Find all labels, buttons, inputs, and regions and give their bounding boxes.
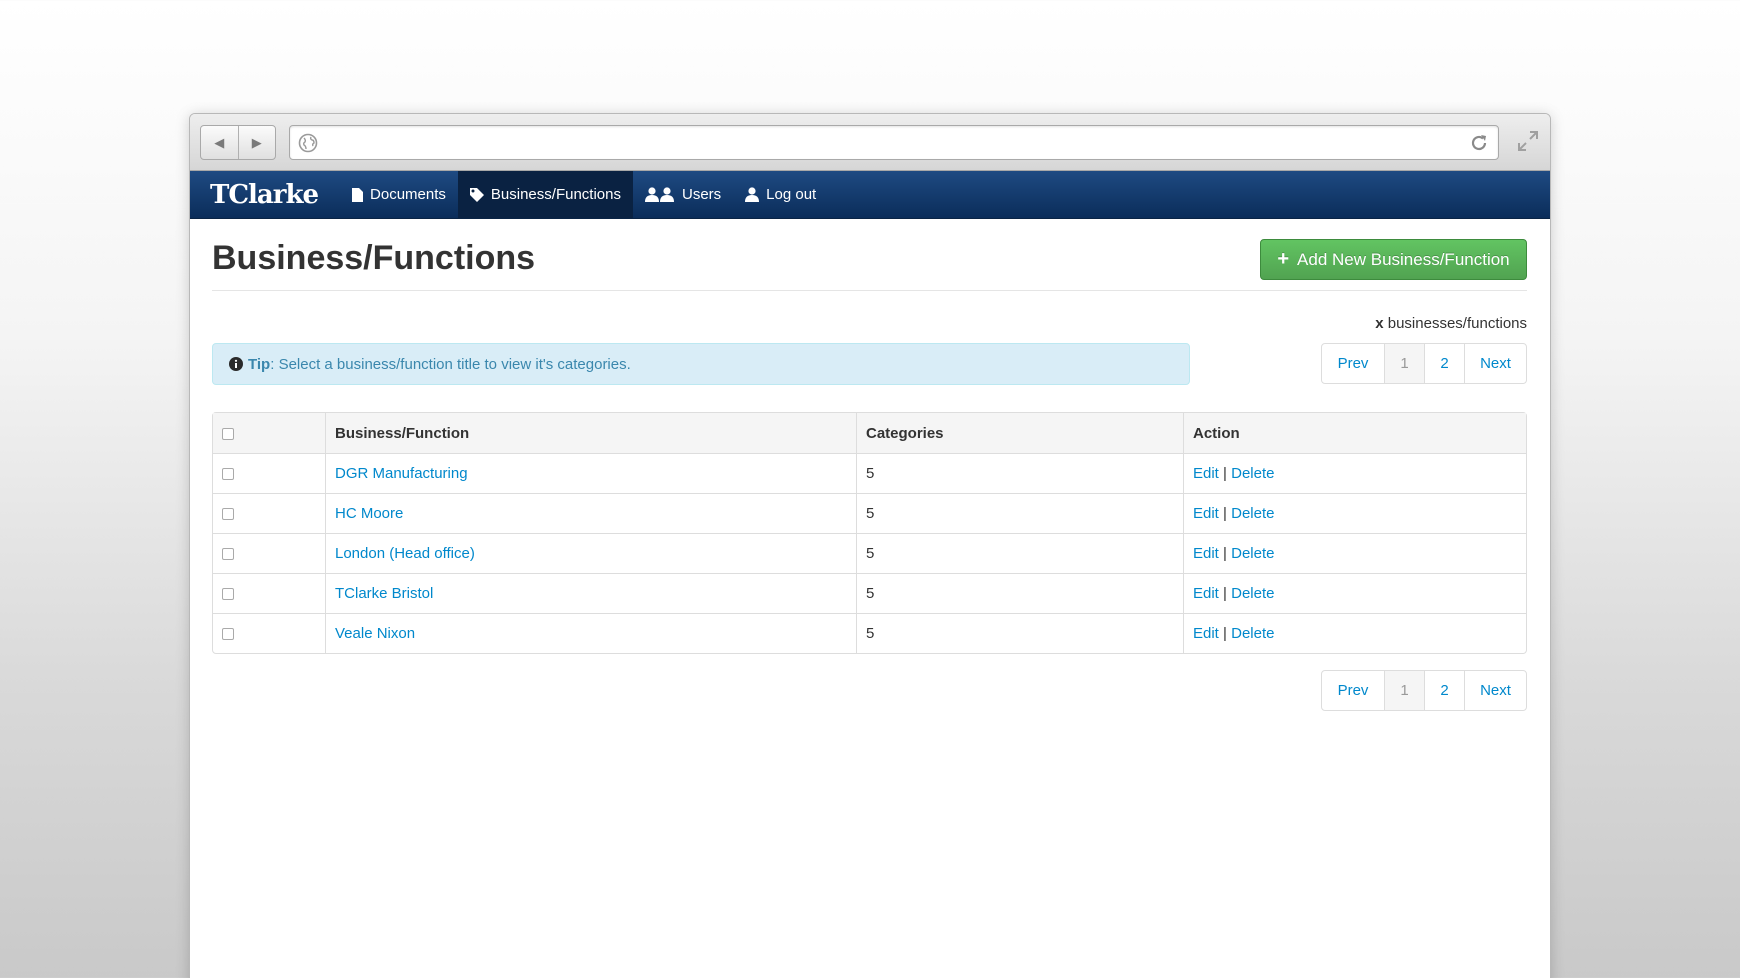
column-header[interactable]: Categories xyxy=(856,413,1183,453)
table-row: London (Head office) 5 Edit | Delete xyxy=(213,533,1526,573)
business-function-link[interactable]: Veale Nixon xyxy=(335,625,415,642)
tag-icon xyxy=(469,187,484,202)
nav-item-business-functions[interactable]: Business/Functions xyxy=(457,171,633,218)
pagination-page-1[interactable]: 1 xyxy=(1384,671,1424,710)
nav-item-logout[interactable]: Log out xyxy=(733,171,828,218)
browser-toolbar: ◀ ▶ xyxy=(190,114,1550,171)
page-title: Business/Functions xyxy=(212,239,536,277)
action-separator: | xyxy=(1223,465,1227,482)
nav-item-label: Users xyxy=(681,186,722,203)
table-row: HC Moore 5 Edit | Delete xyxy=(213,493,1526,533)
pagination-prev[interactable]: Prev xyxy=(1322,671,1384,710)
pagination-page-1[interactable]: 1 xyxy=(1384,344,1424,383)
pagination-top: Prev 1 2 Next xyxy=(1321,343,1527,384)
pagination-page-2[interactable]: 2 xyxy=(1424,344,1464,383)
delete-link[interactable]: Delete xyxy=(1231,625,1274,642)
categories-count: 5 xyxy=(856,613,1183,653)
tip-label: Tip xyxy=(248,355,271,373)
categories-count: 5 xyxy=(856,493,1183,533)
edit-link[interactable]: Edit xyxy=(1193,625,1219,642)
action-separator: | xyxy=(1223,505,1227,522)
pagination-next[interactable]: Next xyxy=(1464,344,1526,383)
record-count: x businesses/functions xyxy=(1375,315,1527,332)
delete-link[interactable]: Delete xyxy=(1231,465,1274,482)
categories-count: 5 xyxy=(856,453,1183,493)
add-business-function-button[interactable]: + Add New Business/Function xyxy=(1260,239,1527,280)
count-value: x xyxy=(1375,315,1384,332)
address-bar[interactable] xyxy=(289,125,1499,160)
row-checkbox[interactable] xyxy=(222,508,234,521)
table-header-row: Business/Function Categories Action xyxy=(213,413,1526,453)
tip-text: : Select a business/function title to vi… xyxy=(270,355,631,373)
business-function-link[interactable]: TClarke Bristol xyxy=(335,585,433,602)
info-icon xyxy=(229,357,243,371)
brand-logo[interactable]: TClarke xyxy=(190,171,340,218)
edit-link[interactable]: Edit xyxy=(1193,505,1219,522)
edit-link[interactable]: Edit xyxy=(1193,465,1219,482)
nav-item-label: Documents xyxy=(370,186,446,203)
pagination-page-2[interactable]: 2 xyxy=(1424,671,1464,710)
action-separator: | xyxy=(1223,625,1227,642)
row-checkbox[interactable] xyxy=(222,468,234,481)
action-separator: | xyxy=(1223,545,1227,562)
column-header: Action xyxy=(1183,413,1526,453)
delete-link[interactable]: Delete xyxy=(1231,505,1274,522)
user-icon xyxy=(745,187,760,202)
reload-icon[interactable] xyxy=(1468,132,1490,154)
select-all-cell xyxy=(213,413,325,453)
globe-icon xyxy=(298,133,318,153)
back-icon[interactable]: ◀ xyxy=(201,126,239,159)
business-function-link[interactable]: DGR Manufacturing xyxy=(335,465,468,482)
business-function-link[interactable]: HC Moore xyxy=(335,505,403,522)
table-row: Veale Nixon 5 Edit | Delete xyxy=(213,613,1526,653)
count-label: businesses/functions xyxy=(1387,315,1527,332)
nav-item-documents[interactable]: Documents xyxy=(340,171,458,218)
nav-item-users[interactable]: Users xyxy=(633,171,733,218)
fullscreen-icon[interactable] xyxy=(1516,129,1540,153)
categories-count: 5 xyxy=(856,533,1183,573)
forward-icon[interactable]: ▶ xyxy=(239,126,276,159)
column-header[interactable]: Business/Function xyxy=(325,413,856,453)
pagination-prev[interactable]: Prev xyxy=(1322,344,1384,383)
delete-link[interactable]: Delete xyxy=(1231,585,1274,602)
nav-item-label: Log out xyxy=(766,186,817,203)
add-button-label: Add New Business/Function xyxy=(1297,249,1510,269)
history-buttons: ◀ ▶ xyxy=(200,125,276,160)
document-icon xyxy=(352,187,364,202)
delete-link[interactable]: Delete xyxy=(1231,545,1274,562)
row-checkbox[interactable] xyxy=(222,548,234,561)
users-icon xyxy=(644,187,674,202)
row-checkbox[interactable] xyxy=(222,588,234,601)
plus-icon: + xyxy=(1277,248,1290,270)
title-divider xyxy=(212,290,1527,291)
browser-window: ◀ ▶ TClarke Documents Business/Functions xyxy=(189,113,1551,978)
business-functions-table: Business/Function Categories Action DGR … xyxy=(212,412,1527,654)
pagination-bottom: Prev 1 2 Next xyxy=(1321,670,1527,711)
table-row: DGR Manufacturing 5 Edit | Delete xyxy=(213,453,1526,493)
tip-alert: Tip: Select a business/function title to… xyxy=(212,343,1190,385)
action-separator: | xyxy=(1223,585,1227,602)
business-function-link[interactable]: London (Head office) xyxy=(335,545,475,562)
select-all-checkbox[interactable] xyxy=(222,427,234,440)
edit-link[interactable]: Edit xyxy=(1193,545,1219,562)
table-row: TClarke Bristol 5 Edit | Delete xyxy=(213,573,1526,613)
categories-count: 5 xyxy=(856,573,1183,613)
pagination-next[interactable]: Next xyxy=(1464,671,1526,710)
row-checkbox[interactable] xyxy=(222,628,234,641)
nav-item-label: Business/Functions xyxy=(490,186,621,203)
top-navbar: TClarke Documents Business/Functions Use… xyxy=(190,171,1550,219)
edit-link[interactable]: Edit xyxy=(1193,585,1219,602)
